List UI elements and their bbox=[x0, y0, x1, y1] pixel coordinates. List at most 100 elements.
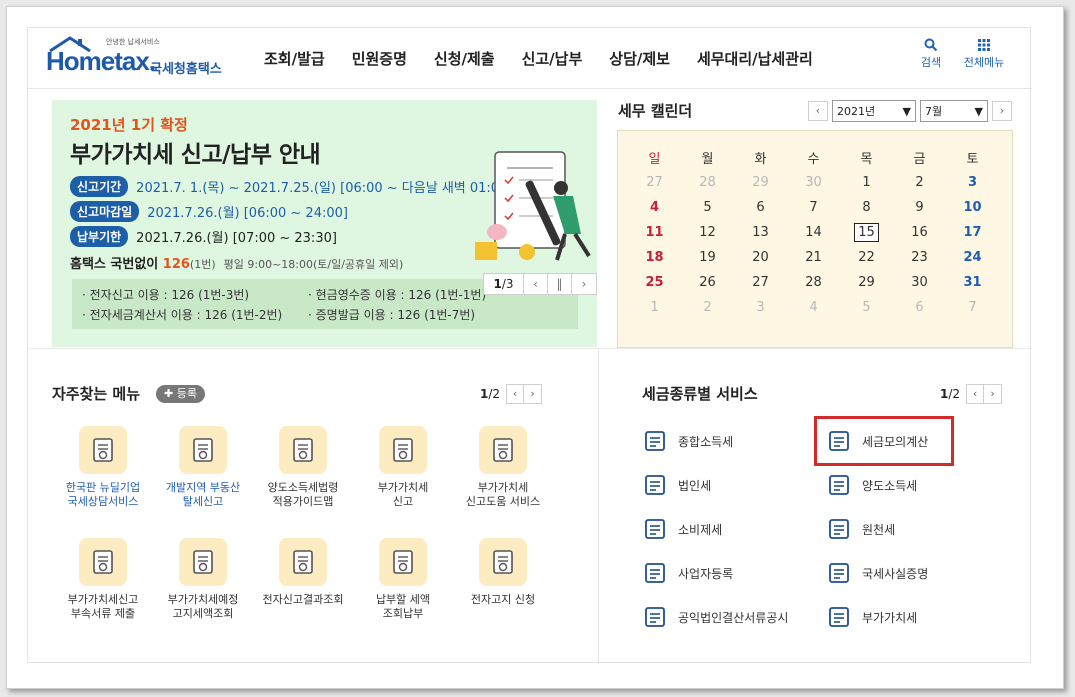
calendar-day-number: 13 bbox=[752, 225, 769, 240]
favorite-vat-filing[interactable]: 부가가치세 신고 bbox=[353, 426, 453, 509]
calendar-prev-month-button[interactable]: ‹ bbox=[808, 101, 828, 121]
nav-item-certificate[interactable]: 민원증명 bbox=[352, 48, 407, 69]
favorite-tax-payable-inquiry[interactable]: 납부할 세액 조회납부 bbox=[353, 538, 453, 621]
person-icon bbox=[642, 560, 668, 586]
chevron-down-icon: ▼ bbox=[902, 104, 911, 118]
calendar-day[interactable]: 7 bbox=[787, 200, 840, 215]
favorite-efiling-result-inquiry[interactable]: 전자신고결과조회 bbox=[253, 538, 353, 607]
tax-service-item[interactable]: 소비제세 bbox=[642, 516, 722, 542]
document-search-icon bbox=[479, 538, 527, 586]
calendar-day[interactable]: 8 bbox=[840, 200, 893, 215]
nav-item-filing[interactable]: 신고/납부 bbox=[522, 48, 583, 69]
calendar-day[interactable]: 1 bbox=[628, 300, 681, 315]
tax-service-item[interactable]: 법인세 bbox=[642, 472, 711, 498]
calendar-day[interactable]: 7 bbox=[946, 300, 999, 315]
calendar-day[interactable]: 25 bbox=[628, 275, 681, 290]
tax-service-item[interactable]: 양도소득세 bbox=[826, 472, 917, 498]
favorite-vat-filing-help[interactable]: 부가가치세 신고도움 서비스 bbox=[453, 426, 553, 509]
banner-prev-button[interactable]: ‹ bbox=[524, 274, 548, 294]
calendar-day-number: 5 bbox=[862, 300, 871, 315]
calendar-day[interactable]: 20 bbox=[734, 250, 787, 265]
favorite-development-tax-report[interactable]: 개발지역 부동산 탈세신고 bbox=[153, 426, 253, 509]
calendar-day[interactable]: 13 bbox=[734, 225, 787, 240]
calendar-day[interactable]: 12 bbox=[681, 225, 734, 240]
calendar-day[interactable]: 28 bbox=[681, 175, 734, 190]
calendar-day-number: 26 bbox=[699, 275, 716, 290]
calendar-day[interactable]: 4 bbox=[787, 300, 840, 315]
calendar-day[interactable]: 30 bbox=[893, 275, 946, 290]
calendar-day[interactable]: 3 bbox=[946, 175, 999, 190]
tax-service-item[interactable]: 원천세 bbox=[826, 516, 895, 542]
calendar-day[interactable]: 6 bbox=[734, 200, 787, 215]
nav-item-agent[interactable]: 세무대리/납세관리 bbox=[697, 48, 813, 69]
calendar-day[interactable]: 4 bbox=[628, 200, 681, 215]
calendar-day-number: 14 bbox=[805, 225, 822, 240]
favorite-enotice-apply[interactable]: 전자고지 신청 bbox=[453, 538, 553, 607]
calendar-day[interactable]: 31 bbox=[946, 275, 999, 290]
search-button[interactable]: 검색 bbox=[916, 36, 946, 70]
register-favorite-button[interactable]: ✚ 등록 bbox=[156, 385, 205, 403]
calendar-day[interactable]: 3 bbox=[734, 300, 787, 315]
tax-service-item[interactable]: 사업자등록 bbox=[642, 560, 733, 586]
vat-notice-banner[interactable]: 2021년 1기 확정 부가가치세 신고/납부 안내 신고기간 2021.7. … bbox=[52, 100, 597, 347]
calendar-today[interactable]: 15 bbox=[840, 223, 893, 242]
calendar-day[interactable]: 23 bbox=[893, 250, 946, 265]
favorites-next-button[interactable]: › bbox=[524, 384, 543, 404]
calendar-day[interactable]: 27 bbox=[628, 175, 681, 190]
calendar-weekday-row: 일월화수목금토 bbox=[628, 145, 999, 170]
calendar-day[interactable]: 21 bbox=[787, 250, 840, 265]
calendar-day[interactable]: 16 bbox=[893, 225, 946, 240]
calendar-day[interactable]: 5 bbox=[681, 200, 734, 215]
calendar-year-select[interactable]: 2021년 ▼ bbox=[832, 100, 916, 122]
full-menu-button[interactable]: 전체메뉴 bbox=[958, 36, 1010, 70]
calendar-day[interactable]: 26 bbox=[681, 275, 734, 290]
banner-pause-button[interactable]: ‖ bbox=[548, 274, 572, 294]
calendar-next-month-button[interactable]: › bbox=[992, 101, 1012, 121]
favorite-vat-attachment-submit[interactable]: 부가가치세신고 부속서류 제출 bbox=[53, 538, 153, 621]
tax-service-item[interactable]: 부가가치세 bbox=[826, 604, 917, 630]
tax-service-item[interactable]: 공익법인결산서류공시 bbox=[642, 604, 788, 630]
calendar-day[interactable]: 1 bbox=[840, 175, 893, 190]
calendar-day[interactable]: 19 bbox=[681, 250, 734, 265]
calendar-day[interactable]: 14 bbox=[787, 225, 840, 240]
calendar-day[interactable]: 30 bbox=[787, 175, 840, 190]
banner-headline: 부가가치세 신고/납부 안내 bbox=[70, 142, 321, 168]
tax-services-prev-button[interactable]: ‹ bbox=[966, 384, 985, 404]
tax-service-item[interactable]: 국세사실증명 bbox=[826, 560, 928, 586]
full-menu-label: 전체메뉴 bbox=[963, 56, 1005, 69]
tax-service-label: 종합소득세 bbox=[678, 434, 734, 449]
calendar-day[interactable]: 28 bbox=[787, 275, 840, 290]
calendar-day[interactable]: 27 bbox=[734, 275, 787, 290]
calendar-day[interactable]: 2 bbox=[681, 300, 734, 315]
calendar-day[interactable]: 6 bbox=[893, 300, 946, 315]
vat-doc-icon bbox=[379, 426, 427, 474]
info-efiling: · 전자신고 이용 : 126 (1번-3번) bbox=[82, 288, 250, 302]
calendar-day[interactable]: 11 bbox=[628, 225, 681, 240]
calendar-day[interactable]: 24 bbox=[946, 250, 999, 265]
nav-item-apply[interactable]: 신청/제출 bbox=[434, 48, 495, 69]
calendar-day[interactable]: 18 bbox=[628, 250, 681, 265]
favorite-transfer-tax-guide[interactable]: 양도소득세법령 적용가이드맵 bbox=[253, 426, 353, 509]
hometax-page: 안녕한 납세서비스 Hometax. 국세청홈택스 조회/발급 민원증명 신청/… bbox=[27, 27, 1032, 664]
calendar-day[interactable]: 29 bbox=[734, 175, 787, 190]
calendar-day[interactable]: 5 bbox=[840, 300, 893, 315]
banner-next-button[interactable]: › bbox=[572, 274, 596, 294]
nav-item-consult[interactable]: 상담/제보 bbox=[609, 48, 670, 69]
calendar-month-select[interactable]: 7월 ▼ bbox=[920, 100, 988, 122]
tax-services-next-button[interactable]: › bbox=[984, 384, 1003, 404]
calendar-day[interactable]: 22 bbox=[840, 250, 893, 265]
calendar-day[interactable]: 9 bbox=[893, 200, 946, 215]
favorites-prev-button[interactable]: ‹ bbox=[506, 384, 525, 404]
calendar-day[interactable]: 10 bbox=[946, 200, 999, 215]
calendar-day[interactable]: 29 bbox=[840, 275, 893, 290]
favorite-label: 부가가치세 신고 bbox=[377, 481, 429, 508]
hometax-logo[interactable]: 안녕한 납세서비스 Hometax. 국세청홈택스 bbox=[46, 36, 236, 80]
nav-item-inquiry[interactable]: 조회/발급 bbox=[264, 48, 325, 69]
calendar-day-number: 5 bbox=[703, 200, 712, 215]
tax-service-item[interactable]: 종합소득세 bbox=[642, 428, 733, 454]
favorite-vat-prenotice-inquiry[interactable]: 부가가치세예정 고지세액조회 bbox=[153, 538, 253, 621]
calendar-day[interactable]: 2 bbox=[893, 175, 946, 190]
calendar-day[interactable]: 17 bbox=[946, 225, 999, 240]
favorite-newdeal-consult[interactable]: 한국판 뉴딜기업 국세상담서비스 bbox=[53, 426, 153, 509]
grid-menu-icon bbox=[978, 39, 990, 51]
